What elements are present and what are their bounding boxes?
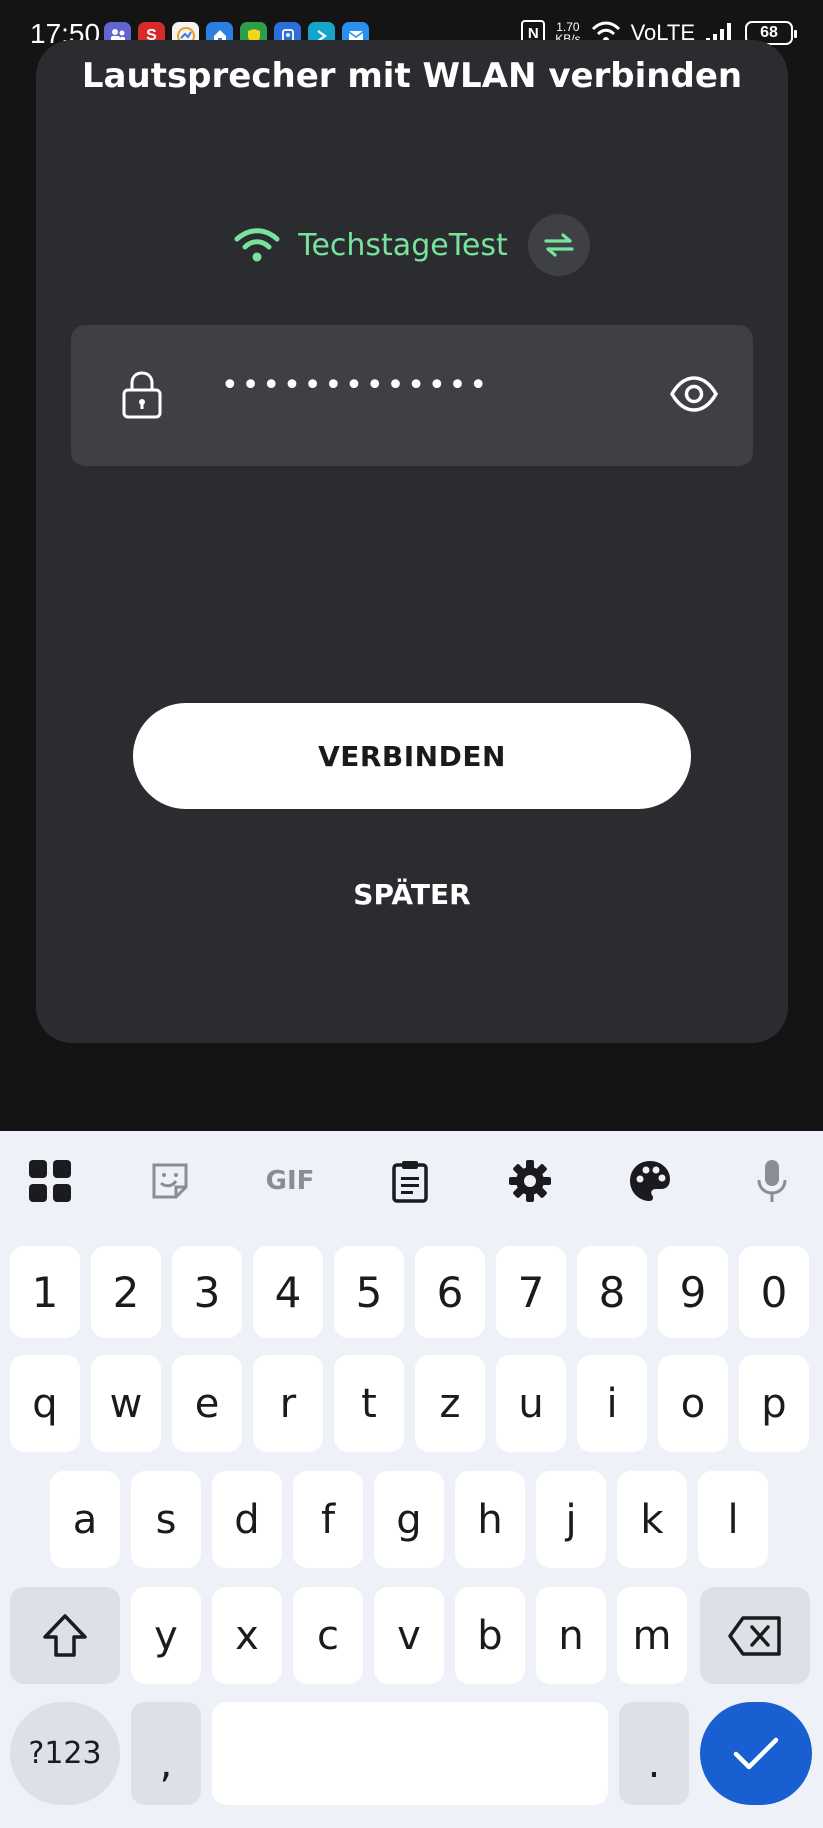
key-6[interactable]: 6 [415,1246,485,1338]
key-9[interactable]: 9 [658,1246,728,1338]
key-3[interactable]: 3 [172,1246,242,1338]
key-v[interactable]: v [374,1587,444,1684]
network-row: TechstageTest [36,214,788,276]
mic-icon[interactable] [748,1157,796,1205]
comma-key[interactable]: , [131,1702,201,1805]
key-0[interactable]: 0 [739,1246,809,1338]
shift-key[interactable] [10,1587,120,1684]
key-o[interactable]: o [658,1355,728,1452]
key-m[interactable]: m [617,1587,687,1684]
key-7[interactable]: 7 [496,1246,566,1338]
key-b[interactable]: b [455,1587,525,1684]
key-y[interactable]: y [131,1587,201,1684]
apps-icon[interactable] [26,1157,74,1205]
show-password-icon[interactable] [669,375,719,413]
key-g[interactable]: g [374,1471,444,1568]
key-x[interactable]: x [212,1587,282,1684]
key-4[interactable]: 4 [253,1246,323,1338]
network-name: TechstageTest [298,227,508,263]
key-n[interactable]: n [536,1587,606,1684]
sticker-icon[interactable] [146,1157,194,1205]
key-p[interactable]: p [739,1355,809,1452]
key-h[interactable]: h [455,1471,525,1568]
key-w[interactable]: w [91,1355,161,1452]
gif-icon[interactable]: GIF [264,1157,316,1205]
key-r[interactable]: r [253,1355,323,1452]
key-8[interactable]: 8 [577,1246,647,1338]
key-d[interactable]: d [212,1471,282,1568]
key-2[interactable]: 2 [91,1246,161,1338]
later-button[interactable]: SPÄTER [36,878,788,911]
key-5[interactable]: 5 [334,1246,404,1338]
wifi-icon [234,228,280,262]
key-l[interactable]: l [698,1471,768,1568]
key-t[interactable]: t [334,1355,404,1452]
shift-icon [43,1613,87,1657]
swap-icon [544,233,574,257]
key-q[interactable]: q [10,1355,80,1452]
lock-icon [122,371,162,419]
key-i[interactable]: i [577,1355,647,1452]
backspace-icon [728,1615,781,1656]
key-c[interactable]: c [293,1587,363,1684]
connect-button[interactable]: VERBINDEN [133,703,691,809]
keyboard-toolbar: GIF [0,1131,823,1231]
key-u[interactable]: u [496,1355,566,1452]
password-value: ••••••••••••• [221,368,491,403]
keyboard: GIF 1 2 3 4 5 6 7 8 9 0 q w e r t z u i … [0,1131,823,1828]
key-k[interactable]: k [617,1471,687,1568]
space-key[interactable] [212,1702,608,1805]
period-key[interactable]: . [619,1702,689,1805]
backspace-key[interactable] [700,1587,810,1684]
key-j[interactable]: j [536,1471,606,1568]
symbols-key[interactable]: ?123 [10,1702,120,1805]
clipboard-icon[interactable] [386,1157,434,1205]
key-f[interactable]: f [293,1471,363,1568]
change-network-button[interactable] [527,214,590,276]
dialog-title: Lautsprecher mit WLAN verbinden [81,56,743,96]
enter-key[interactable] [700,1702,812,1805]
key-s[interactable]: s [131,1471,201,1568]
password-field[interactable]: ••••••••••••• [71,325,753,466]
checkmark-icon [733,1737,779,1769]
key-z[interactable]: z [415,1355,485,1452]
key-a[interactable]: a [50,1471,120,1568]
key-e[interactable]: e [172,1355,242,1452]
palette-icon[interactable] [626,1157,674,1205]
wifi-connect-dialog: Lautsprecher mit WLAN verbinden Techstag… [36,40,788,1043]
settings-icon[interactable] [506,1157,554,1205]
key-1[interactable]: 1 [10,1246,80,1338]
